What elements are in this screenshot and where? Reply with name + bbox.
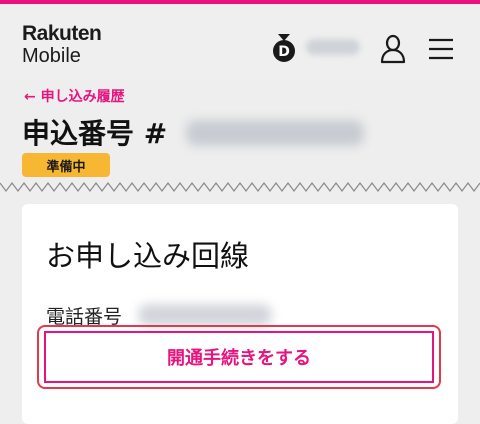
page-title: 申込番号 # xyxy=(22,117,168,150)
menu-icon[interactable] xyxy=(428,38,454,60)
status-badge: 準備中 xyxy=(22,153,110,177)
medal-icon[interactable]: D xyxy=(271,34,297,64)
user-icon[interactable] xyxy=(379,34,407,64)
order-number-redacted xyxy=(186,120,364,146)
logo-line2: Mobile xyxy=(22,45,81,67)
card-title: お申し込み回線 xyxy=(46,239,250,273)
logo-line1: Rakuten xyxy=(22,22,102,45)
app-header: Rakuten Mobile D xyxy=(0,4,480,80)
medal-letter: D xyxy=(278,44,290,60)
back-to-application-history-link[interactable]: ← 申し込み履歴 xyxy=(24,86,125,106)
points-redacted xyxy=(306,39,360,55)
activate-line-button[interactable]: 開通手続きをする xyxy=(44,331,434,383)
zigzag-divider xyxy=(0,182,480,192)
phone-number-redacted xyxy=(138,304,272,326)
rakuten-mobile-logo[interactable]: Rakuten Mobile xyxy=(22,22,102,67)
